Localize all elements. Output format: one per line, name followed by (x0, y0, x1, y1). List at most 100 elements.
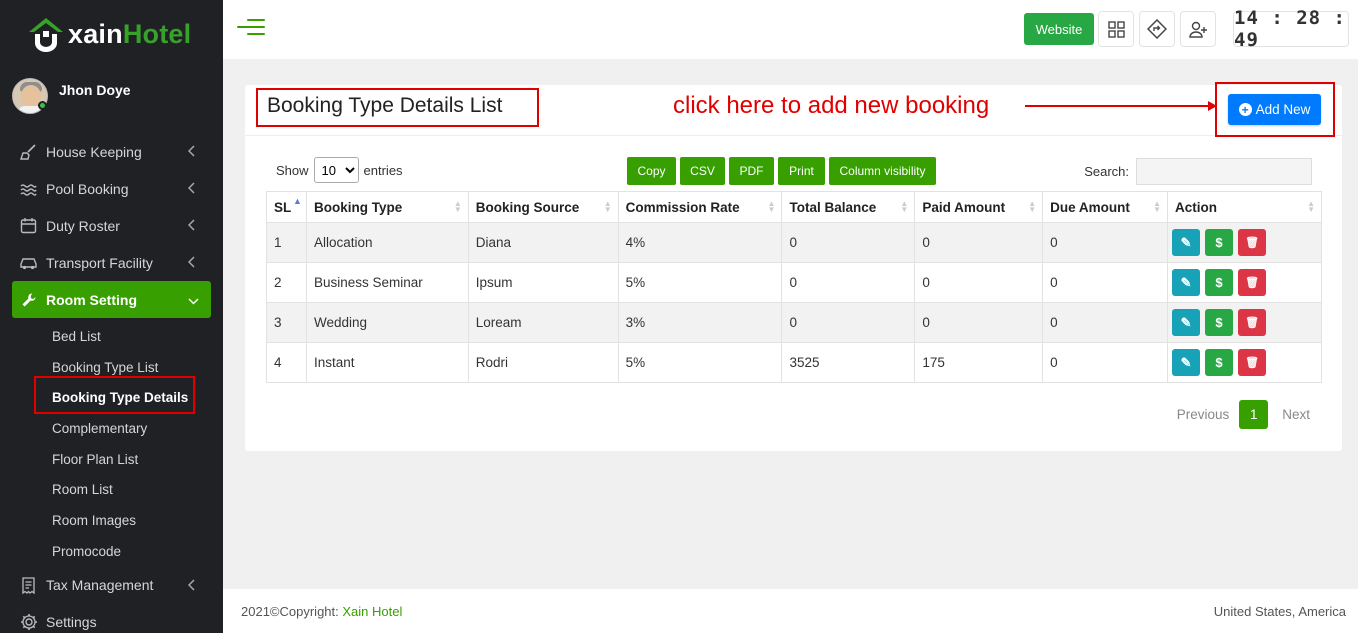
sidebar-subitem-promocode[interactable]: Promocode (0, 536, 223, 567)
pdf-button[interactable]: PDF (729, 157, 774, 185)
sidebar: xainHotel Jhon Doye House Keeping Pool B… (0, 0, 223, 633)
sidebar-item-label: Pool Booking (46, 180, 129, 197)
column-header-total-balance[interactable]: Total Balance ▲ ▼ (781, 191, 916, 223)
column-header-action[interactable]: Action ▲ ▼ (1167, 191, 1322, 223)
page-title: Booking Type Details List (267, 94, 503, 117)
cell-due-amount: 0 (1042, 262, 1169, 303)
gear-icon (19, 613, 38, 632)
logo-house-icon (29, 18, 63, 52)
website-button[interactable]: Website (1024, 13, 1094, 45)
dollar-icon[interactable]: $ (1205, 269, 1234, 296)
sidebar-item-tax-management[interactable]: Tax Management (0, 567, 223, 604)
cell-booking-type: Wedding (305, 302, 469, 343)
next-page-link[interactable]: Next (1282, 407, 1310, 422)
sort-icon: ▲ ▼ (900, 199, 909, 214)
search-label: Search: (1084, 164, 1129, 179)
sidebar-subitem-room-images[interactable]: Room Images (0, 505, 223, 536)
entries-label: entries (363, 162, 403, 178)
sidebar-item-transport-facility[interactable]: Transport Facility (0, 244, 223, 281)
user-profile[interactable]: Jhon Doye (0, 68, 223, 124)
cell-booking-source: Rodri (467, 342, 619, 383)
chevron-left-icon (187, 181, 195, 197)
online-status-dot (38, 101, 47, 110)
sidebar-item-label: Room Setting (46, 291, 137, 308)
cell-action: ✎ $ 🗑 (1167, 222, 1322, 263)
add-new-button[interactable]: + Add New (1228, 94, 1321, 125)
add-new-label: Add New (1255, 102, 1311, 117)
sidebar-item-house-keeping[interactable]: House Keeping (0, 133, 223, 170)
dollar-icon[interactable]: $ (1205, 349, 1234, 376)
cell-total-balance: 0 (781, 222, 916, 263)
apps-grid-icon[interactable] (1098, 11, 1134, 47)
cell-paid-amount: 175 (914, 342, 1044, 383)
cell-action: ✎ $ 🗑 (1167, 302, 1322, 343)
cell-total-balance: 0 (781, 262, 916, 303)
sidebar-item-settings[interactable]: Settings (0, 604, 223, 633)
column-header-booking-type[interactable]: Booking Type ▲ ▼ (305, 191, 469, 223)
cell-commission-rate: 5% (617, 262, 783, 303)
sidebar-item-room-setting[interactable]: Room Setting (12, 281, 211, 318)
wrench-icon (19, 290, 38, 309)
column-header-paid-amount[interactable]: Paid Amount ▲ ▼ (914, 191, 1044, 223)
column-visibility-button[interactable]: Column visibility (829, 157, 936, 185)
sort-icon: ▲ ▼ (767, 199, 776, 214)
table-controls: Show 10 entries Copy CSV PDF Print Colum… (245, 157, 1342, 187)
column-header-commission-rate[interactable]: Commission Rate ▲ ▼ (617, 191, 783, 223)
edit-icon[interactable]: ✎ (1172, 269, 1201, 296)
column-header-booking-source[interactable]: Booking Source ▲ ▼ (467, 191, 619, 223)
annotation-arrow (1025, 101, 1217, 111)
cell-sl: 4 (266, 342, 307, 383)
chevron-down-icon (188, 292, 199, 308)
user-name: Jhon Doye (59, 82, 131, 98)
sidebar-item-pool-booking[interactable]: Pool Booking (0, 170, 223, 207)
column-header-due-amount[interactable]: Due Amount ▲ ▼ (1042, 191, 1169, 223)
copy-button[interactable]: Copy (627, 157, 676, 185)
logo[interactable]: xainHotel (0, 0, 223, 68)
footer-brand-link[interactable]: Xain Hotel (342, 604, 402, 619)
cell-booking-type: Business Seminar (305, 262, 469, 303)
sidebar-subitem-complementary[interactable]: Complementary (0, 413, 223, 444)
sidebar-subitem-floor-plan-list[interactable]: Floor Plan List (0, 444, 223, 475)
copyright: 2021©Copyright: Xain Hotel (241, 603, 403, 619)
trash-icon[interactable]: 🗑 (1238, 309, 1267, 336)
cell-booking-type: Instant (305, 342, 469, 383)
column-header-sl[interactable]: SL ▲ (266, 191, 307, 223)
edit-icon[interactable]: ✎ (1172, 309, 1201, 336)
chevron-left-icon (187, 578, 195, 594)
cell-commission-rate: 3% (617, 302, 783, 343)
page-1-button[interactable]: 1 (1239, 400, 1269, 429)
trash-icon[interactable]: 🗑 (1238, 229, 1267, 256)
cell-sl: 3 (266, 302, 307, 343)
export-buttons: Copy CSV PDF Print Column visibility (627, 157, 940, 185)
edit-icon[interactable]: ✎ (1172, 349, 1201, 376)
hamburger-menu-icon[interactable] (237, 19, 265, 39)
previous-page-link[interactable]: Previous (1177, 407, 1230, 422)
add-user-icon[interactable] (1180, 11, 1216, 47)
entries-select[interactable]: 10 (313, 157, 359, 183)
card-header: Booking Type Details List click here to … (245, 85, 1342, 136)
search-input[interactable] (1136, 158, 1312, 185)
receipt-icon (19, 576, 38, 595)
csv-button[interactable]: CSV (680, 157, 725, 185)
directions-icon[interactable] (1139, 11, 1175, 47)
sidebar-subitem-room-list[interactable]: Room List (0, 474, 223, 505)
broom-icon (19, 142, 38, 161)
sidebar-subitem-booking-type-list[interactable]: Booking Type List (0, 352, 223, 383)
cell-sl: 2 (266, 262, 307, 303)
trash-icon[interactable]: 🗑 (1238, 349, 1267, 376)
sidebar-subitem-booking-type-details[interactable]: Booking Type Details (0, 382, 223, 413)
car-icon (19, 253, 38, 272)
sidebar-item-duty-roster[interactable]: Duty Roster (0, 207, 223, 244)
sidebar-item-label: Settings (46, 614, 97, 630)
logo-text: xainHotel (68, 18, 192, 49)
print-button[interactable]: Print (778, 157, 825, 185)
dollar-icon[interactable]: $ (1205, 229, 1234, 256)
edit-icon[interactable]: ✎ (1172, 229, 1201, 256)
show-label: Show (276, 162, 309, 178)
sort-icon: ▲ ▼ (1307, 199, 1315, 214)
dollar-icon[interactable]: $ (1205, 309, 1234, 336)
trash-icon[interactable]: 🗑 (1238, 269, 1267, 296)
sidebar-subitem-bed-list[interactable]: Bed List (0, 321, 223, 352)
cell-paid-amount: 0 (914, 222, 1044, 263)
sort-icon: ▲ ▼ (1028, 199, 1037, 214)
